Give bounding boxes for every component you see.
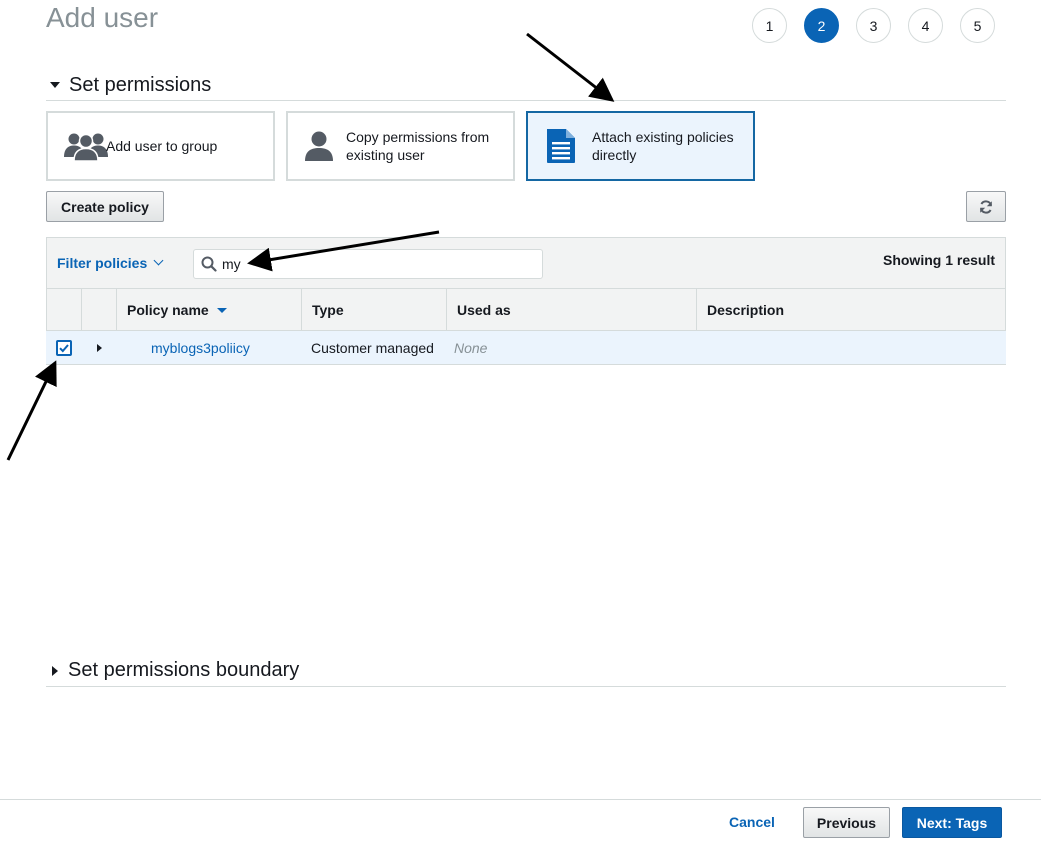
policy-name-link[interactable]: myblogs3poliicy xyxy=(151,340,250,356)
expand-row-icon[interactable] xyxy=(97,343,102,352)
option-copy-permissions[interactable]: Copy permissions from existing user xyxy=(286,111,515,181)
next-tags-button[interactable]: Next: Tags xyxy=(902,807,1002,838)
refresh-button[interactable] xyxy=(966,191,1006,222)
result-count: Showing 1 result xyxy=(882,252,995,268)
refresh-icon xyxy=(978,199,994,215)
document-icon xyxy=(544,128,578,164)
sort-desc-icon xyxy=(216,308,227,313)
policy-name-header[interactable]: Policy name xyxy=(117,289,302,330)
cancel-link[interactable]: Cancel xyxy=(729,814,775,830)
set-permissions-header[interactable]: Set permissions xyxy=(46,70,1006,101)
option-label: Add user to group xyxy=(106,138,218,154)
step-4[interactable]: 4 xyxy=(908,8,943,43)
caret-right-icon xyxy=(52,665,58,676)
filter-dropdown-label: Filter policies xyxy=(57,255,148,271)
row-checkbox[interactable] xyxy=(56,339,72,356)
used-as-header[interactable]: Used as xyxy=(447,289,697,330)
description-cell xyxy=(696,331,1006,364)
table-header: Policy name Type Used as Description xyxy=(46,289,1006,331)
used-as-cell: None xyxy=(454,339,488,356)
group-icon xyxy=(62,130,110,162)
step-5[interactable]: 5 xyxy=(960,8,995,43)
page-title: Add user xyxy=(46,2,159,33)
option-attach-policies[interactable]: Attach existing policies directly xyxy=(526,111,755,181)
filter-policies-dropdown[interactable]: Filter policies xyxy=(57,255,164,271)
table-row[interactable]: myblogs3poliicy Customer managed None xyxy=(46,331,1006,365)
description-header[interactable]: Description xyxy=(697,289,1005,330)
search-box xyxy=(193,249,543,279)
step-2-active[interactable]: 2 xyxy=(804,8,839,43)
search-icon xyxy=(201,256,217,272)
select-column-header xyxy=(47,289,82,330)
expand-column-header xyxy=(82,289,117,330)
type-cell: Customer managed xyxy=(311,339,434,356)
set-permissions-heading: Set permissions xyxy=(69,73,212,96)
option-add-user-to-group[interactable]: Add user to group xyxy=(46,111,275,181)
step-1[interactable]: 1 xyxy=(752,8,787,43)
caret-down-icon xyxy=(50,82,60,88)
policies-table: Filter policies Showing 1 result Policy … xyxy=(46,237,1006,365)
option-label: Copy permissions from existing user xyxy=(346,129,490,163)
row-select-cell xyxy=(46,331,81,364)
user-icon xyxy=(302,130,336,162)
previous-button[interactable]: Previous xyxy=(803,807,890,838)
stepper: 1 2 3 4 5 xyxy=(752,8,995,43)
policy-name-cell: myblogs3poliicy xyxy=(116,331,301,364)
permissions-boundary-header[interactable]: Set permissions boundary xyxy=(46,655,1006,687)
type-header[interactable]: Type xyxy=(302,289,447,330)
checkmark-icon xyxy=(59,343,69,352)
row-expand-cell xyxy=(81,331,116,364)
create-policy-button[interactable]: Create policy xyxy=(46,191,164,222)
step-3[interactable]: 3 xyxy=(856,8,891,43)
chevron-down-icon xyxy=(153,255,164,266)
policy-name-header-label: Policy name xyxy=(127,301,209,318)
permissions-boundary-heading: Set permissions boundary xyxy=(68,659,300,681)
search-input[interactable] xyxy=(222,256,522,272)
filter-bar: Filter policies Showing 1 result xyxy=(46,237,1006,289)
arrow-to-checkbox xyxy=(6,360,57,461)
option-label: Attach existing policies directly xyxy=(592,129,734,163)
